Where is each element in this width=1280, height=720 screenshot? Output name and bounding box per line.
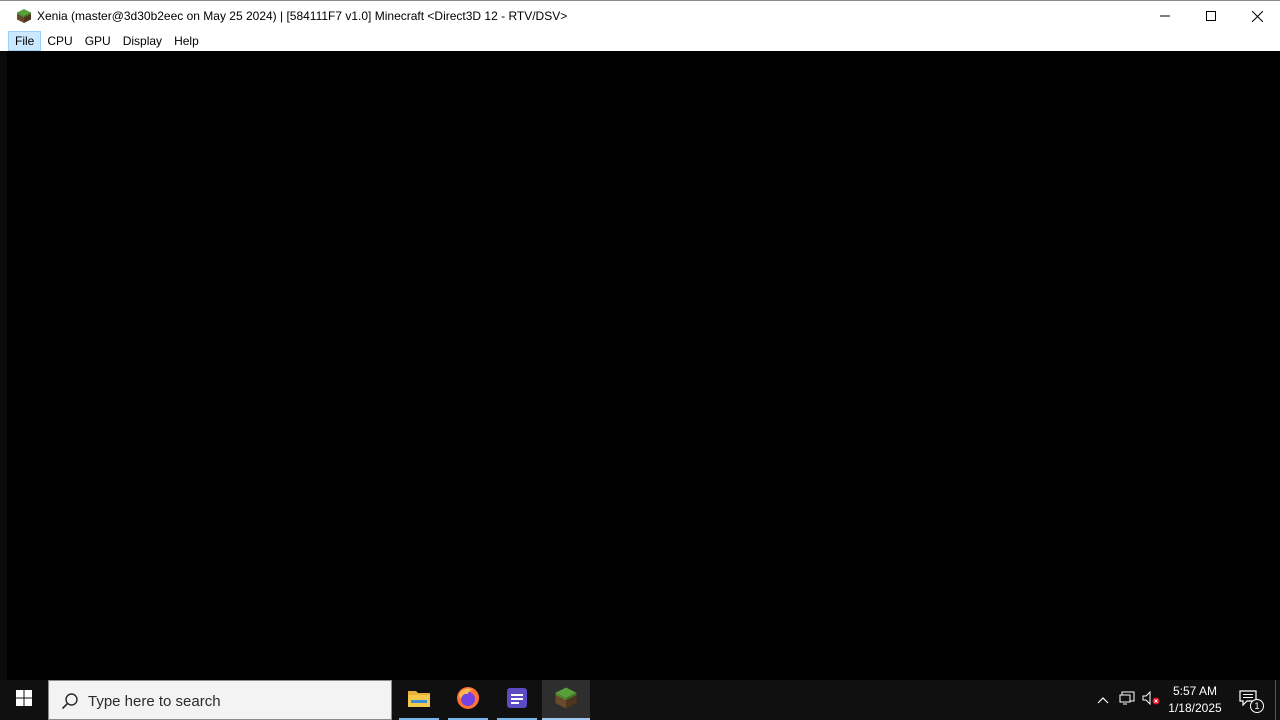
minecraft-grass-block-icon — [554, 686, 578, 715]
minimize-button[interactable] — [1142, 1, 1188, 31]
minecraft-grass-block-icon — [16, 8, 32, 24]
game-render-area[interactable] — [7, 51, 1280, 680]
taskbar: Type here to search 5:57 AM 1/18/2025 1 — [0, 680, 1280, 720]
taskbar-app-purple[interactable] — [493, 680, 541, 720]
menu-help[interactable]: Help — [168, 31, 205, 51]
network-icon — [1119, 691, 1135, 710]
taskbar-clock[interactable]: 5:57 AM 1/18/2025 — [1162, 680, 1228, 720]
chevron-up-icon — [1097, 691, 1109, 709]
purple-app-icon — [506, 687, 528, 714]
menu-bar: File CPU GPU Display Help — [0, 31, 1280, 51]
volume-muted-icon — [1142, 690, 1160, 710]
taskbar-search-box[interactable]: Type here to search — [48, 680, 392, 720]
window-left-border — [0, 51, 7, 680]
notification-count-badge: 1 — [1250, 699, 1264, 713]
tray-network[interactable] — [1116, 680, 1138, 720]
menu-gpu[interactable]: GPU — [79, 31, 117, 51]
maximize-icon — [1206, 11, 1216, 21]
show-desktop-button[interactable] — [1275, 680, 1280, 720]
taskbar-app-file-explorer[interactable] — [395, 680, 443, 720]
taskbar-app-xenia[interactable] — [542, 680, 590, 720]
start-button[interactable] — [0, 680, 48, 720]
tray-volume[interactable] — [1140, 680, 1162, 720]
xenia-window: Xenia (master@3d30b2eec on May 25 2024) … — [0, 0, 1280, 680]
menu-display[interactable]: Display — [117, 31, 168, 51]
search-icon — [61, 692, 79, 710]
minimize-icon — [1160, 11, 1170, 21]
menu-file[interactable]: File — [8, 31, 42, 51]
menu-cpu[interactable]: CPU — [41, 31, 78, 51]
close-button[interactable] — [1234, 1, 1280, 31]
window-title: Xenia (master@3d30b2eec on May 25 2024) … — [37, 9, 568, 23]
maximize-button[interactable] — [1188, 1, 1234, 31]
close-icon — [1251, 10, 1263, 22]
tray-overflow-button[interactable] — [1092, 680, 1114, 720]
title-bar[interactable]: Xenia (master@3d30b2eec on May 25 2024) … — [0, 0, 1280, 31]
clock-date: 1/18/2025 — [1168, 701, 1222, 715]
windows-logo-icon — [16, 689, 32, 711]
folder-icon — [407, 688, 431, 713]
clock-time: 5:57 AM — [1172, 684, 1218, 698]
taskbar-app-firefox[interactable] — [444, 680, 492, 720]
firefox-icon — [456, 686, 480, 715]
search-placeholder: Type here to search — [88, 693, 221, 710]
